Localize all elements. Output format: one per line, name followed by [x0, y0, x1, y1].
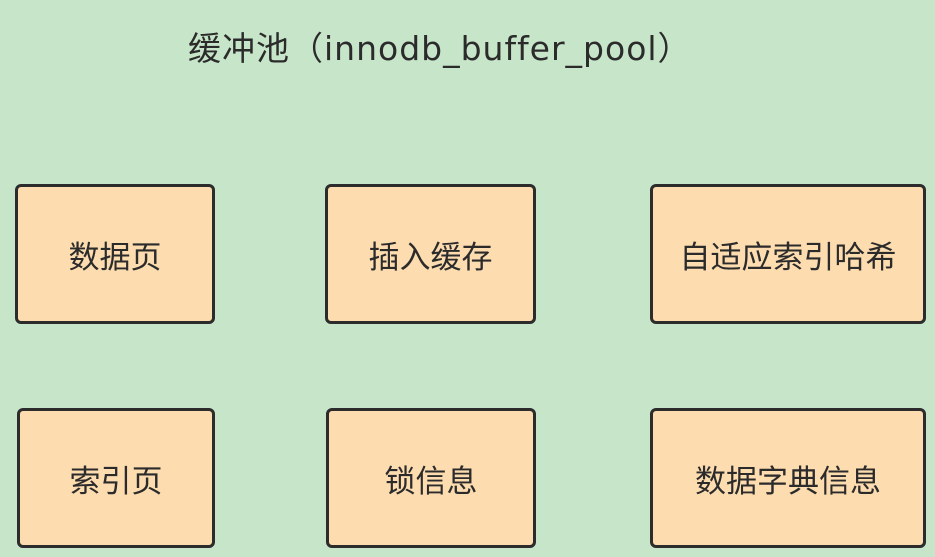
data-page-box: 数据页: [15, 184, 215, 324]
adaptive-hash-index-label: 自适应索引哈希: [679, 239, 897, 276]
insert-buffer-label: 插入缓存: [368, 239, 493, 276]
adaptive-hash-index-box: 自适应索引哈希: [650, 184, 926, 324]
lock-info-label: 锁信息: [384, 463, 478, 500]
buffer-pool-diagram: 缓冲池（innodb_buffer_pool） 数据页 插入缓存 自适应索引哈希…: [0, 0, 935, 557]
lock-info-box: 锁信息: [326, 408, 536, 548]
index-page-label: 索引页: [69, 463, 163, 500]
data-dictionary-box: 数据字典信息: [650, 408, 926, 548]
data-page-label: 数据页: [68, 239, 162, 276]
diagram-title: 缓冲池（innodb_buffer_pool）: [188, 29, 692, 68]
index-page-box: 索引页: [17, 408, 215, 548]
data-dictionary-label: 数据字典信息: [695, 463, 881, 500]
insert-buffer-box: 插入缓存: [325, 184, 536, 324]
